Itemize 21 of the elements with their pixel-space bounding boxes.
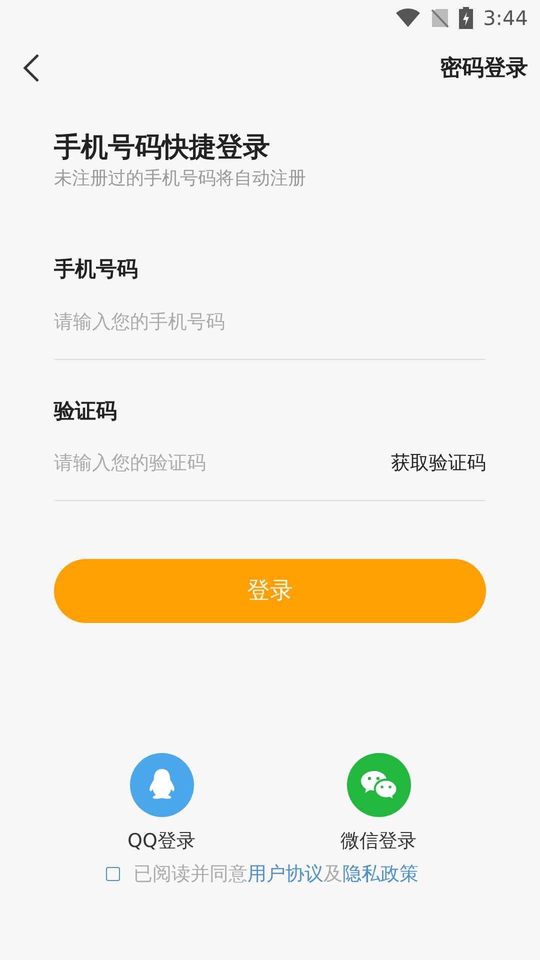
status-time: 3:44	[483, 5, 528, 32]
field-label: 手机号码	[54, 256, 139, 283]
code-input[interactable]: 请输入您的验证码	[54, 449, 294, 478]
terms-link[interactable]: 用户协议	[248, 862, 324, 884]
social-login-label: 微信登录	[340, 829, 416, 854]
back-icon	[22, 53, 40, 83]
battery-icon	[459, 7, 474, 29]
get-code-button[interactable]: 获取验证码	[391, 449, 486, 478]
wifi-icon	[395, 8, 422, 28]
chat-bubbles-icon	[360, 769, 398, 801]
agreement-text: 已阅读并同意用户协议及隐私政策	[134, 862, 418, 886]
no-sim-icon	[431, 8, 450, 28]
login-button[interactable]: 登录	[54, 559, 486, 623]
agree-checkbox[interactable]	[106, 866, 120, 881]
field-label: 验证码	[54, 398, 118, 424]
password-login-link[interactable]: 密码登录	[440, 52, 528, 84]
phone-input[interactable]: 请输入您的手机号码	[54, 308, 486, 336]
page-title: 手机号码快捷登录	[54, 131, 271, 165]
social-login-label: QQ登录	[128, 829, 196, 854]
page-subtitle: 未注册过的手机号码将自动注册	[54, 167, 307, 191]
privacy-link[interactable]: 隐私政策	[342, 862, 418, 884]
